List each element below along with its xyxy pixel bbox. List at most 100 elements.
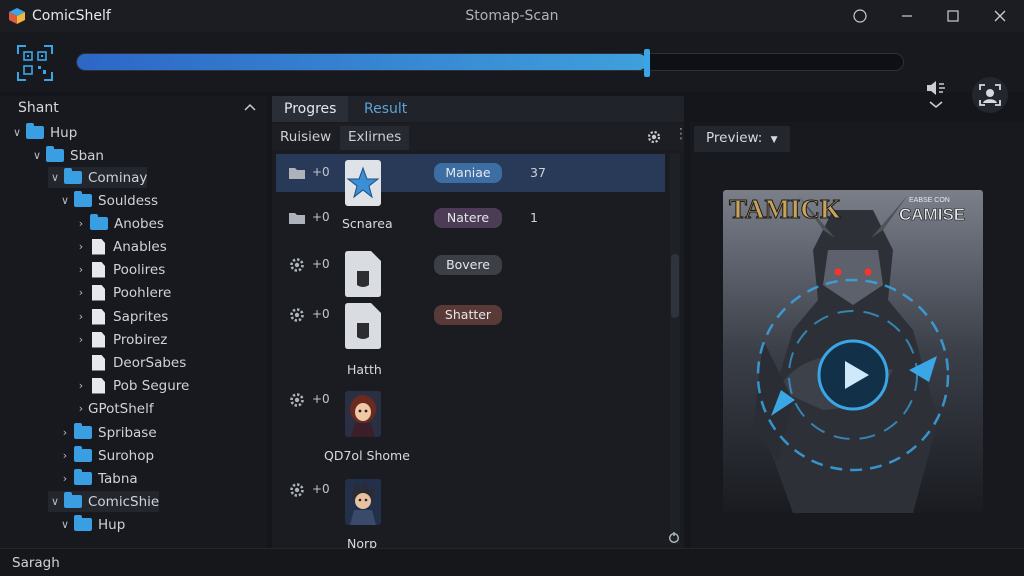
- chevron-right-icon[interactable]: ›: [74, 217, 88, 230]
- tree-item-label: Saprites: [113, 308, 169, 325]
- tree-item[interactable]: ∨ Cominay: [48, 167, 148, 188]
- tree-item[interactable]: › Surohop: [58, 445, 154, 466]
- row-increment[interactable]: +0: [312, 165, 330, 179]
- preview-dropdown-label: Preview:: [706, 130, 763, 146]
- tree-item-label: Anables: [113, 238, 167, 255]
- chevron-right-icon[interactable]: ›: [74, 240, 88, 253]
- chevron-down-icon[interactable]: ∨: [58, 194, 72, 207]
- chevron-down-icon[interactable]: ∨: [30, 149, 44, 162]
- row-increment[interactable]: +0: [312, 257, 330, 271]
- chevron-right-icon[interactable]: ›: [74, 333, 88, 346]
- scan-progress-bar[interactable]: [76, 49, 904, 77]
- folder-icon: [74, 423, 92, 439]
- tree-item-label: Hup: [50, 124, 78, 141]
- status-badge[interactable]: Bovere: [434, 255, 502, 275]
- tree-item-label: Anobes: [114, 215, 164, 232]
- tree-item-label: Sban: [70, 147, 104, 164]
- status-badge[interactable]: Shatter: [434, 305, 502, 325]
- tree-item[interactable]: › Probirez: [74, 329, 167, 350]
- tree-item[interactable]: › Anobes: [74, 213, 164, 234]
- tree-item[interactable]: › Pob Segure: [74, 375, 189, 396]
- maximize-icon: [947, 10, 959, 22]
- chevron-down-icon[interactable]: ∨: [10, 126, 24, 139]
- tree-item[interactable]: › Poolires: [74, 259, 165, 280]
- row-increment[interactable]: +0: [312, 307, 330, 321]
- folder-icon: [288, 209, 306, 227]
- list-scrollbar[interactable]: [670, 154, 680, 544]
- refresh-icon[interactable]: [668, 532, 680, 544]
- tree-item[interactable]: › Saprites: [74, 306, 168, 327]
- tree-item[interactable]: › Spribase: [58, 422, 157, 443]
- chevron-right-icon[interactable]: ›: [74, 286, 88, 299]
- scrollbar-thumb[interactable]: [671, 254, 679, 318]
- chevron-up-icon[interactable]: [244, 102, 256, 112]
- list-item[interactable]: +0 Shatter: [276, 296, 665, 334]
- chevron-right-icon[interactable]: ›: [74, 263, 88, 276]
- chevron-right-icon[interactable]: ›: [74, 402, 88, 415]
- maximize-button[interactable]: [938, 4, 968, 28]
- status-badge[interactable]: Maniae: [434, 163, 502, 183]
- minimize-button[interactable]: [892, 4, 922, 28]
- chevron-right-icon[interactable]: ›: [74, 310, 88, 323]
- tree-item-label: GPotShelf: [88, 400, 154, 417]
- chevron-right-icon[interactable]: ›: [58, 449, 72, 462]
- app-name: ComicShelf: [32, 8, 111, 24]
- gear-icon[interactable]: [646, 129, 662, 145]
- progress-handle[interactable]: [644, 49, 650, 77]
- comic-thumbnail[interactable]: [345, 479, 381, 525]
- chevron-down-icon[interactable]: ∨: [48, 171, 62, 184]
- user-account-button[interactable]: [972, 77, 1008, 113]
- row-increment[interactable]: +0: [312, 210, 330, 224]
- list-item[interactable]: +0: [276, 471, 665, 509]
- qr-scan-icon[interactable]: [16, 44, 54, 82]
- chevron-down-icon[interactable]: ∨: [48, 495, 62, 508]
- folder-icon: [288, 164, 306, 182]
- cover-title-right: CAMISE: [899, 205, 965, 224]
- tree-item[interactable]: › Anables: [74, 236, 167, 257]
- tab-progress[interactable]: Progres: [272, 96, 348, 122]
- chevron-down-icon[interactable]: ∨: [58, 518, 72, 531]
- tree-item-label: Probirez: [113, 331, 168, 348]
- tree-item[interactable]: › GPotShelf: [74, 398, 154, 419]
- chevron-right-icon[interactable]: ›: [74, 379, 88, 392]
- chevron-right-icon[interactable]: ›: [58, 472, 72, 485]
- folder-icon: [74, 191, 92, 207]
- comic-thumbnail[interactable]: [345, 303, 381, 349]
- chevron-right-icon[interactable]: ›: [58, 426, 72, 439]
- tree-item[interactable]: ∨ Souldess: [58, 190, 158, 211]
- tree-item-label: Spribase: [98, 424, 157, 441]
- list-item[interactable]: +0: [276, 381, 665, 419]
- tree-item[interactable]: › Poohlere: [74, 282, 171, 303]
- gear-icon: [288, 256, 306, 274]
- tree-item[interactable]: ∨ Hup: [10, 122, 77, 143]
- list-item[interactable]: +0 Bovere: [276, 246, 665, 284]
- close-button[interactable]: [985, 4, 1015, 28]
- subtab-review[interactable]: Ruisiew: [272, 126, 339, 150]
- sidebar-header: Shant: [0, 96, 266, 120]
- tree-item[interactable]: › Tabna: [58, 468, 138, 489]
- preview-dropdown[interactable]: Preview: ▼: [694, 126, 790, 152]
- panel-tabs: Progres Result: [272, 96, 684, 122]
- row-increment[interactable]: +0: [312, 482, 330, 496]
- tree-item-label: Surohop: [98, 447, 155, 464]
- caret-down-icon: ▼: [770, 135, 778, 145]
- help-button[interactable]: [845, 4, 875, 28]
- tree-item[interactable]: ∨ ComicShie: [48, 491, 160, 512]
- file-icon: [92, 238, 105, 255]
- speaker-icon: [927, 81, 945, 109]
- volume-dropdown[interactable]: [922, 78, 952, 114]
- row-increment[interactable]: +0: [312, 392, 330, 406]
- list-item[interactable]: +0 Natere 1: [276, 199, 665, 237]
- list-item[interactable]: +0 Maniae 37: [276, 154, 665, 192]
- comic-thumbnail[interactable]: [345, 251, 381, 297]
- status-badge[interactable]: Natere: [434, 208, 502, 228]
- tab-result[interactable]: Result: [352, 96, 428, 122]
- folder-icon: [64, 492, 82, 508]
- comic-thumbnail[interactable]: [345, 391, 381, 437]
- tree-item[interactable]: ∨ Hup: [58, 514, 125, 535]
- more-options-icon[interactable]: ⋮: [674, 126, 688, 142]
- subtab-entries[interactable]: Exlirnes: [340, 126, 410, 150]
- tree-item[interactable]: DeorSabes: [74, 352, 186, 373]
- tree-item[interactable]: ∨ Sban: [30, 145, 104, 166]
- sidebar-title: Shant: [18, 100, 59, 116]
